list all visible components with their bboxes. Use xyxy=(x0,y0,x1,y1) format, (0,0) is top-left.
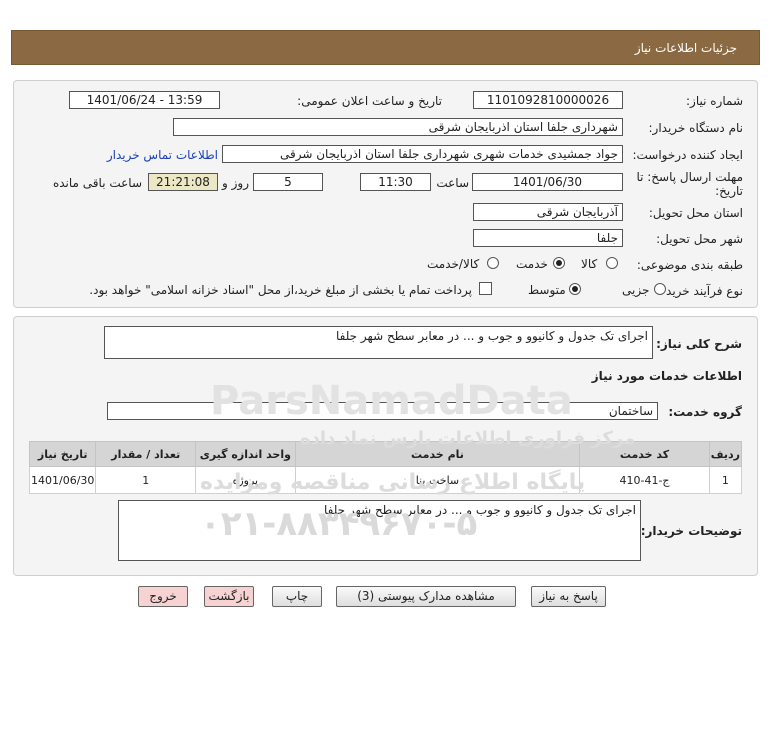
cell-service-name: ساخت بنا xyxy=(294,466,581,494)
city-field: جلفا xyxy=(473,229,623,247)
need-description-label: شرح کلی نیاز: xyxy=(656,337,742,351)
info-panel xyxy=(13,80,758,308)
need-number-label: شماره نیاز: xyxy=(686,94,743,108)
category-radio-goods[interactable] xyxy=(606,257,618,269)
category-radio-goods-service[interactable] xyxy=(487,257,499,269)
category-radio-service[interactable] xyxy=(553,257,565,269)
need-number-field: 1101092810000026 xyxy=(473,91,623,109)
remaining-time-field: 21:21:08 xyxy=(148,173,218,191)
remaining-label: ساعت باقی مانده xyxy=(52,176,142,190)
col-unit: واحد اندازه گیری xyxy=(195,441,296,467)
buyer-notes-field: اجرای تک جدول و کانیوو و جوب و ... در مع… xyxy=(118,500,641,561)
back-button[interactable]: بازگشت xyxy=(204,586,254,607)
creator-label: ایجاد کننده درخواست: xyxy=(632,148,743,162)
service-group-field: ساختمان xyxy=(107,402,658,420)
province-field: آذربایجان شرقی xyxy=(473,203,623,221)
table-row: 1 ج-41-410 ساخت بنا پروژه 1 1401/06/30 xyxy=(28,466,743,494)
deadline-time-field: 11:30 xyxy=(360,173,431,191)
reply-button[interactable]: پاسخ به نیاز xyxy=(531,586,606,607)
category-option-goods-service: کالا/خدمت xyxy=(427,257,480,271)
process-radio-minor[interactable] xyxy=(654,283,666,295)
city-label: شهر محل تحویل: xyxy=(656,232,743,246)
page-title: جزئیات اطلاعات نیاز xyxy=(634,41,737,55)
process-label: نوع فرآیند خرید : xyxy=(658,284,743,298)
page-header: جزئیات اطلاعات نیاز xyxy=(11,30,760,65)
cell-need-date: 1401/06/30 xyxy=(28,466,97,494)
col-quantity: تعداد / مقدار xyxy=(95,441,197,467)
col-row: ردیف xyxy=(708,441,743,467)
view-attachments-button[interactable]: مشاهده مدارک پیوستی (3) xyxy=(336,586,516,607)
cell-quantity: 1 xyxy=(95,466,197,494)
service-group-label: گروه خدمت: xyxy=(668,405,742,419)
process-option-medium: متوسط xyxy=(528,283,566,297)
treasury-note: پرداخت تمام یا بخشی از مبلغ خرید،از محل … xyxy=(89,283,472,297)
days-label: روز و xyxy=(222,176,249,190)
buyer-notes-label: توضیحات خریدار: xyxy=(640,524,742,538)
deadline-date-field: 1401/06/30 xyxy=(472,173,623,191)
category-option-service: خدمت xyxy=(516,257,548,271)
cell-row: 1 xyxy=(708,466,743,494)
contact-buyer-link[interactable]: اطلاعات تماس خریدار xyxy=(107,148,218,162)
days-field: 5 xyxy=(253,173,323,191)
province-label: استان محل تحویل: xyxy=(648,206,743,220)
creator-field: جواد جمشیدی خدمات شهری شهرداری جلفا استا… xyxy=(222,145,623,163)
deadline-time-label: ساعت xyxy=(436,176,469,190)
cell-service-code: ج-41-410 xyxy=(579,466,710,494)
need-description-field: اجرای تک جدول و کانیوو و جوب و ... در مع… xyxy=(104,326,653,359)
services-heading: اطلاعات خدمات مورد نیاز xyxy=(591,369,742,383)
deadline-label-date: تاریخ: xyxy=(715,184,743,198)
col-service-name: نام خدمت xyxy=(294,441,581,467)
buyer-field: شهرداری جلفا استان اذربایجان شرقی xyxy=(173,118,623,136)
buyer-label: نام دستگاه خریدار: xyxy=(648,121,744,135)
process-option-minor: جزیی xyxy=(622,283,650,297)
print-button[interactable]: چاپ xyxy=(272,586,322,607)
services-table: ردیف کد خدمت نام خدمت واحد اندازه گیری ت… xyxy=(28,441,743,494)
deadline-label: مهلت ارسال پاسخ: تا xyxy=(636,170,743,184)
announce-field: 1401/06/24 - 13:59 xyxy=(69,91,220,109)
treasury-checkbox[interactable] xyxy=(479,282,492,295)
announce-label: تاریخ و ساعت اعلان عمومی: xyxy=(297,94,442,108)
category-option-goods: کالا xyxy=(581,257,598,271)
category-label: طبقه بندی موضوعی: xyxy=(636,258,743,272)
col-need-date: تاریخ نیاز xyxy=(28,441,97,467)
col-service-code: کد خدمت xyxy=(579,441,710,467)
exit-button[interactable]: خروج xyxy=(138,586,188,607)
process-radio-medium[interactable] xyxy=(569,283,581,295)
cell-unit: پروژه xyxy=(195,466,296,494)
